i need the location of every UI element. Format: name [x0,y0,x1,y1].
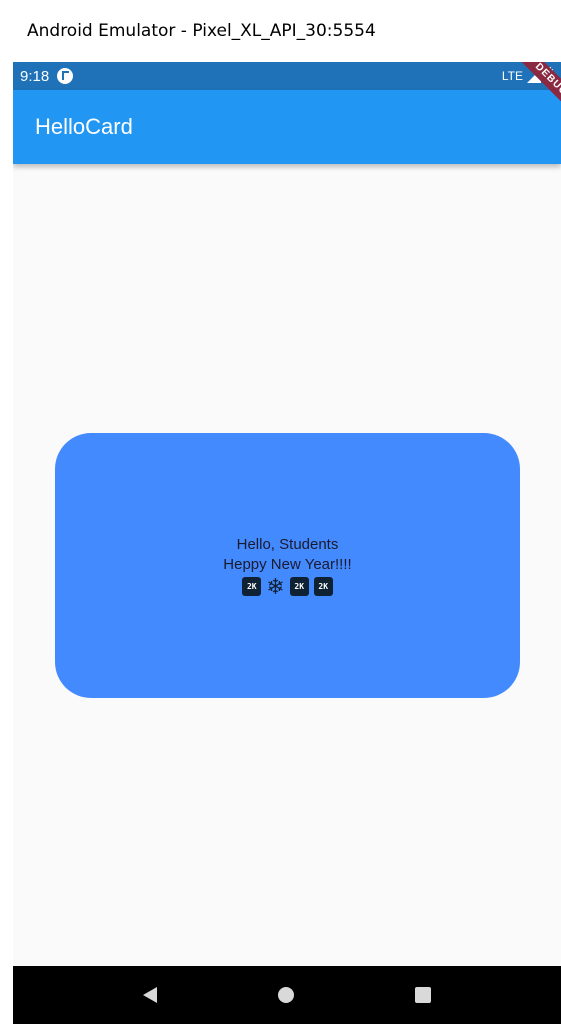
card-greeting: Hello, Students [236,535,339,553]
status-time: 9:18 [20,67,50,85]
navigation-bar [13,966,561,1024]
home-icon[interactable] [277,987,294,1003]
emoji-row: 2K ❄ 2K 2K [242,573,333,599]
greeting-card: Hello, Students Heppy New Year!!!! 2K ❄ … [55,433,520,698]
page-title: HelloCard [35,114,133,139]
app-bar: HelloCard [13,90,561,164]
network-type: LTE [501,69,523,83]
device-screen: 9:18 LTE DEBUG HelloCard Hello, Students… [13,62,561,1024]
window-title-text: Android Emulator - Pixel_XL_API_30:5554 [27,21,376,41]
2k-icon: 2K [242,577,262,596]
window-title: Android Emulator - Pixel_XL_API_30:5554 [0,0,561,62]
app-notification-icon [57,68,74,84]
status-bar: 9:18 LTE [13,62,561,90]
2k-icon: 2K [289,577,309,596]
back-icon[interactable] [143,987,158,1003]
snowflake-icon: ❄ [266,573,285,599]
card-message: Heppy New Year!!!! [223,555,352,573]
2k-icon: 2K [313,577,333,596]
recent-apps-icon[interactable] [414,987,431,1003]
